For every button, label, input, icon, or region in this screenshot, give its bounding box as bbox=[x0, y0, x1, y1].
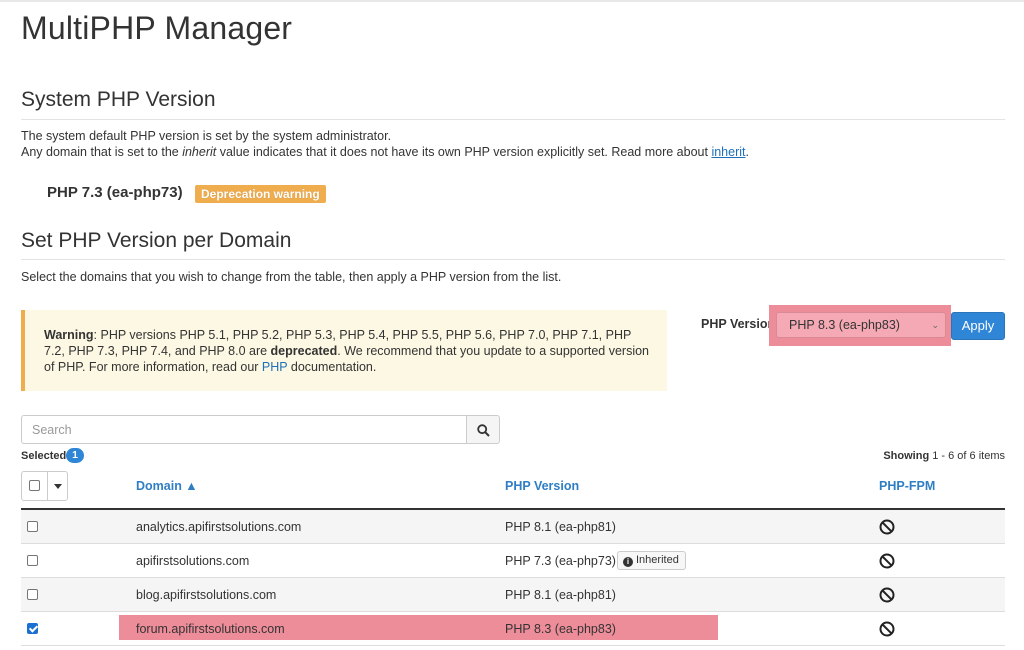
system-desc-line1: The system default PHP version is set by… bbox=[21, 129, 392, 143]
table-row[interactable]: analytics.apifirstsolutions.com PHP 8.1 … bbox=[21, 510, 1005, 544]
caret-down-icon[interactable] bbox=[54, 484, 62, 489]
deprecation-warning-box: Warning: PHP versions PHP 5.1, PHP 5.2, … bbox=[21, 310, 667, 391]
system-php-rule bbox=[21, 119, 1005, 120]
selected-count-badge: 1 bbox=[66, 448, 84, 463]
row-php-version: PHP 7.3 (ea-php73) bbox=[505, 554, 616, 568]
desc-text: value indicates that it does not have it… bbox=[216, 145, 712, 159]
system-php-heading: System PHP Version bbox=[21, 88, 216, 111]
inherited-label: Inherited bbox=[636, 554, 679, 566]
warning-label: Warning bbox=[44, 328, 94, 342]
desc-text: Any domain that is set to the bbox=[21, 145, 183, 159]
per-domain-heading: Set PHP Version per Domain bbox=[21, 229, 292, 252]
column-header-domain[interactable]: Domain ▲ bbox=[136, 479, 198, 493]
system-php-version: PHP 7.3 (ea-php73) bbox=[47, 184, 183, 201]
php-docs-link[interactable]: PHP bbox=[262, 360, 287, 374]
showing-prefix: Showing bbox=[883, 450, 930, 462]
showing-count: Showing 1 - 6 of 6 items bbox=[883, 450, 1005, 462]
page-title: MultiPHP Manager bbox=[21, 10, 293, 46]
desc-text: . bbox=[745, 145, 749, 159]
row-checkbox[interactable] bbox=[27, 589, 38, 600]
search-button[interactable] bbox=[466, 415, 500, 444]
column-header-php-fpm[interactable]: PHP-FPM bbox=[879, 479, 935, 493]
chevron-down-icon: ⌄ bbox=[931, 320, 939, 330]
top-divider bbox=[0, 0, 1024, 2]
inherited-badge: i Inherited bbox=[617, 551, 686, 570]
row-domain: apifirstsolutions.com bbox=[136, 554, 250, 568]
column-header-php-version[interactable]: PHP Version bbox=[505, 479, 579, 493]
php-fpm-disabled-icon bbox=[879, 519, 895, 540]
select-all-checkbox[interactable] bbox=[29, 480, 40, 491]
warning-bold: deprecated bbox=[270, 344, 338, 358]
row-php-version: PHP 8.1 (ea-php81) bbox=[505, 588, 616, 602]
php-fpm-disabled-icon bbox=[879, 553, 895, 574]
row-php-version: PHP 8.1 (ea-php81) bbox=[505, 520, 616, 534]
php-version-label: PHP Version bbox=[701, 317, 776, 331]
inherit-link[interactable]: inherit bbox=[711, 145, 745, 159]
warning-body: documentation. bbox=[287, 360, 377, 374]
row-domain: forum.apifirstsolutions.com bbox=[136, 622, 285, 636]
info-icon: i bbox=[623, 557, 633, 567]
deprecation-badge: Deprecation warning bbox=[195, 185, 326, 203]
table-row[interactable]: blog.apifirstsolutions.com PHP 8.1 (ea-p… bbox=[21, 578, 1005, 612]
apply-button[interactable]: Apply bbox=[951, 312, 1005, 340]
php-version-select[interactable]: PHP 8.3 (ea-php83) ⌄ bbox=[776, 312, 946, 338]
row-domain: analytics.apifirstsolutions.com bbox=[136, 520, 302, 534]
search-icon bbox=[477, 424, 490, 437]
desc-emphasis: inherit bbox=[182, 145, 217, 159]
per-domain-rule bbox=[21, 259, 1005, 260]
php-version-selected: PHP 8.3 (ea-php83) bbox=[789, 318, 900, 332]
row-php-version: PHP 8.3 (ea-php83) bbox=[505, 622, 616, 636]
system-php-description: The system default PHP version is set by… bbox=[21, 128, 749, 160]
select-all-group[interactable] bbox=[21, 471, 68, 501]
php-fpm-disabled-icon bbox=[879, 587, 895, 608]
table-row-content: forum.apifirstsolutions.com PHP 8.3 (ea-… bbox=[21, 612, 1005, 646]
per-domain-description: Select the domains that you wish to chan… bbox=[21, 270, 562, 284]
showing-range: 1 - 6 of 6 items bbox=[932, 450, 1005, 462]
php-fpm-disabled-icon bbox=[879, 621, 895, 642]
row-checkbox[interactable] bbox=[27, 521, 38, 532]
row-checkbox[interactable] bbox=[27, 555, 38, 566]
row-domain: blog.apifirstsolutions.com bbox=[136, 588, 277, 602]
warning-text: Warning: PHP versions PHP 5.1, PHP 5.2, … bbox=[44, 327, 654, 375]
search-input[interactable]: Search bbox=[21, 415, 467, 444]
selected-label: Selected bbox=[21, 450, 67, 462]
table-row[interactable]: apifirstsolutions.com PHP 7.3 (ea-php73) bbox=[21, 544, 1005, 578]
system-desc-line2: Any domain that is set to the inherit va… bbox=[21, 144, 749, 160]
